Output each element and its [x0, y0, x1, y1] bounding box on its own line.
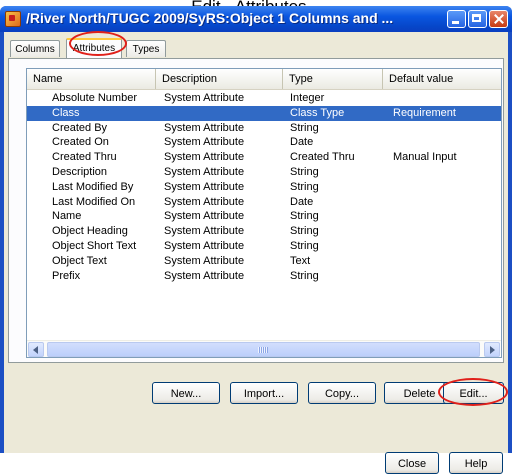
list-row[interactable]: Class Class Type Requirement	[27, 105, 501, 121]
scrollbar-thumb[interactable]	[47, 342, 480, 357]
help-button[interactable]: Help	[449, 452, 503, 474]
cell-description: System Attribute	[164, 254, 245, 267]
edit-button[interactable]: Edit...	[443, 382, 504, 404]
list-row[interactable]: Object Heading System Attribute String	[27, 224, 501, 239]
tab-types[interactable]: Types	[126, 40, 166, 57]
close-button[interactable]: Close	[385, 452, 439, 474]
cell-type: String	[290, 269, 319, 282]
list-row[interactable]: Description System Attribute String	[27, 165, 501, 180]
cell-description: System Attribute	[164, 165, 245, 178]
app-icon	[5, 11, 21, 27]
cell-name: Created Thru	[52, 151, 117, 164]
list-row[interactable]: Object Text System Attribute Text	[27, 254, 501, 269]
cell-description: System Attribute	[164, 269, 245, 282]
copy-button[interactable]: Copy...	[308, 382, 376, 404]
attributes-list[interactable]: Name Description Type Default value Abso…	[26, 68, 502, 358]
cell-type: Date	[290, 195, 314, 208]
cell-type: Created Thru	[290, 151, 355, 164]
list-header: Name Description Type Default value	[27, 69, 501, 90]
column-header-type[interactable]: Type	[283, 69, 383, 89]
column-header-name[interactable]: Name	[27, 69, 156, 89]
cell-description: System Attribute	[164, 121, 245, 134]
new-button[interactable]: New...	[152, 382, 220, 404]
cell-description: System Attribute	[164, 180, 245, 193]
cell-name: Object Short Text	[52, 239, 137, 252]
cell-name: Object Text	[52, 254, 107, 267]
title-bar[interactable]: /River North/TUGC 2009/SyRS:Object 1 Col…	[0, 6, 512, 32]
close-window-button[interactable]	[489, 10, 508, 28]
window-title: /River North/TUGC 2009/SyRS:Object 1 Col…	[26, 10, 394, 26]
scroll-left-icon[interactable]	[28, 342, 44, 357]
list-row[interactable]: Name System Attribute String	[27, 209, 501, 224]
cell-type: String	[290, 225, 319, 238]
column-header-description[interactable]: Description	[156, 69, 283, 89]
horizontal-scrollbar[interactable]	[27, 340, 501, 357]
cell-description: System Attribute	[164, 210, 245, 223]
cell-description: System Attribute	[164, 136, 245, 149]
cell-name: Created On	[52, 136, 109, 149]
tab-panel: Name Description Type Default value Abso…	[8, 58, 504, 363]
dialog-window: /River North/TUGC 2009/SyRS:Object 1 Col…	[0, 6, 512, 474]
cell-type: String	[290, 165, 319, 178]
cell-name: Object Heading	[52, 225, 128, 238]
cell-type: String	[290, 180, 319, 193]
cell-type: Class Type	[290, 106, 345, 119]
cell-default-value: Manual Input	[393, 151, 457, 164]
cell-description: System Attribute	[164, 225, 245, 238]
cell-name: Absolute Number	[52, 92, 137, 104]
cell-description: System Attribute	[164, 239, 245, 252]
list-row[interactable]: Prefix System Attribute String	[27, 269, 501, 284]
cell-description: System Attribute	[164, 151, 245, 164]
cell-type: Integer	[290, 92, 325, 104]
list-row[interactable]: Last Modified By System Attribute String	[27, 180, 501, 195]
dialog-client-area: Columns Attributes Types Name Descriptio…	[4, 31, 508, 474]
cell-name: Name	[52, 210, 82, 223]
cell-name: Last Modified By	[52, 180, 134, 193]
list-row[interactable]: Last Modified On System Attribute Date	[27, 195, 501, 210]
cell-name: Class	[52, 106, 80, 119]
cell-type: String	[290, 121, 319, 134]
cell-type: Date	[290, 136, 314, 149]
column-header-default-value[interactable]: Default value	[383, 69, 501, 89]
list-row[interactable]: Created On System Attribute Date	[27, 135, 501, 150]
list-rows: Absolute Number System Attribute Integer Cl…	[27, 91, 501, 283]
cell-type: Text	[290, 254, 311, 267]
cell-name: Last Modified On	[52, 195, 136, 208]
import-button[interactable]: Import...	[230, 382, 298, 404]
cell-default-value: Requirement	[393, 106, 456, 119]
list-row[interactable]: Object Short Text System Attribute String	[27, 239, 501, 254]
cell-name: Description	[52, 165, 108, 178]
list-row[interactable]: Absolute Number System Attribute Integer	[27, 91, 501, 106]
cell-description: System Attribute	[164, 92, 245, 104]
minimize-button[interactable]	[447, 10, 466, 28]
cell-name: Prefix	[52, 269, 81, 282]
cell-name: Created By	[52, 121, 108, 134]
scroll-right-icon[interactable]	[484, 342, 500, 357]
list-row[interactable]: Created By System Attribute String	[27, 121, 501, 136]
tab-attributes[interactable]: Attributes	[66, 38, 122, 58]
list-row[interactable]: Created Thru System Attribute Created Thru…	[27, 150, 501, 165]
tab-columns[interactable]: Columns	[10, 40, 60, 57]
cell-description: System Attribute	[164, 195, 245, 208]
maximize-button[interactable]	[468, 10, 487, 28]
cell-type: String	[290, 239, 319, 252]
cell-type: String	[290, 210, 319, 223]
